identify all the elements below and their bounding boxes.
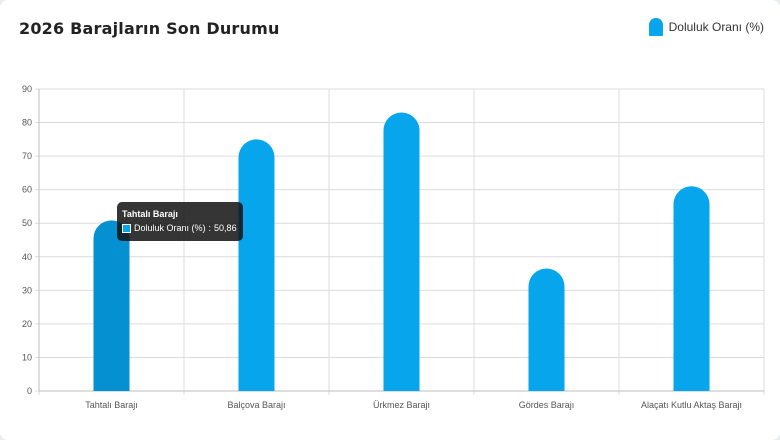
bar <box>673 186 710 391</box>
y-tick-label: 60 <box>22 185 32 195</box>
y-tick-label: 40 <box>22 252 32 262</box>
y-tick-label: 30 <box>22 285 32 295</box>
y-tick-label: 50 <box>22 218 32 228</box>
tooltip: Tahtalı Barajı Doluluk Oranı (%): 50,86 <box>117 202 243 241</box>
bar <box>383 112 420 391</box>
tooltip-swatch <box>122 223 131 233</box>
y-tick-label: 80 <box>22 118 32 128</box>
x-tick-label: Gördes Barajı <box>519 400 575 410</box>
x-tick-label: Tahtalı Barajı <box>85 400 138 410</box>
y-tick-label: 70 <box>22 151 32 161</box>
y-tick-label: 0 <box>27 386 32 396</box>
tooltip-row: Doluluk Oranı (%): 50,86 <box>122 221 237 235</box>
x-tick-label: Ürkmez Barajı <box>373 400 430 410</box>
bar <box>238 139 275 391</box>
chart-card: 2026 Barajların Son Durumu Doluluk Oranı… <box>0 0 780 440</box>
bar <box>528 268 565 391</box>
tooltip-value: 50,86 <box>214 223 237 233</box>
x-tick-label: Alaçatı Kutlu Aktaş Barajı <box>641 400 742 410</box>
bar <box>93 220 130 391</box>
tooltip-title: Tahtalı Barajı <box>122 209 178 219</box>
x-tick-label: Balçova Barajı <box>227 400 285 410</box>
y-tick-label: 90 <box>22 84 32 94</box>
tooltip-series-label: Doluluk Oranı (%) <box>134 223 206 233</box>
tooltip-colon: : <box>208 223 212 233</box>
y-tick-label: 20 <box>22 319 32 329</box>
y-tick-label: 10 <box>22 352 32 362</box>
